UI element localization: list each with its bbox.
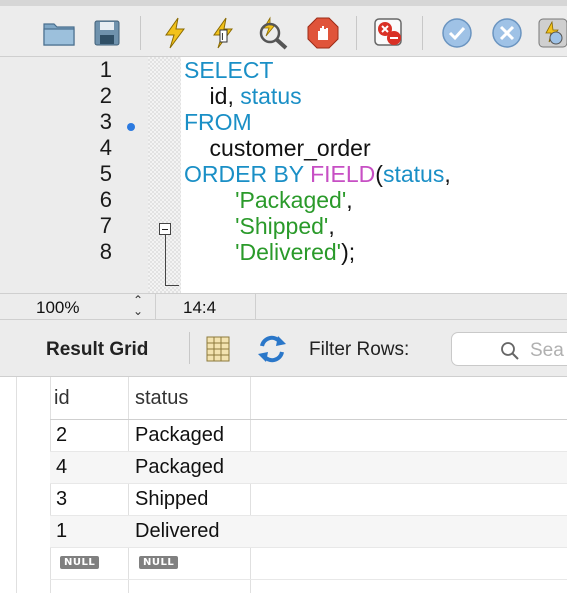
result-grid-tab[interactable]: Result Grid bbox=[46, 339, 148, 361]
line-number: 6 bbox=[99, 187, 112, 212]
code-token: SELECT bbox=[184, 57, 274, 83]
code-token: ); bbox=[341, 239, 356, 265]
code-line[interactable]: customer_order bbox=[184, 135, 371, 161]
filter-rows-input[interactable]: Sea bbox=[451, 332, 567, 366]
main-toolbar: I bbox=[0, 0, 567, 57]
code-line[interactable]: SELECT bbox=[184, 57, 273, 83]
cell-id[interactable]: 3 bbox=[56, 488, 67, 511]
code-line[interactable]: 'Delivered'); bbox=[184, 239, 355, 265]
svg-text:I: I bbox=[221, 32, 224, 43]
toolbar-separator bbox=[422, 16, 423, 50]
line-number: 3 bbox=[99, 109, 112, 134]
code-token: 'Shipped' bbox=[235, 213, 329, 239]
chevron-down-icon[interactable]: ⌄ bbox=[131, 305, 145, 317]
refresh-icon[interactable] bbox=[256, 334, 288, 369]
code-line[interactable]: 'Packaged', bbox=[184, 187, 353, 213]
result-grid[interactable]: id status 2 Packaged 4 Packaged 3 Shipped 1 Del… bbox=[0, 377, 567, 593]
code-token: , bbox=[328, 213, 335, 239]
fold-range-line bbox=[165, 235, 166, 285]
autocommit-icon[interactable] bbox=[536, 14, 567, 52]
code-token: id, bbox=[184, 83, 241, 109]
toggle-error-icon[interactable] bbox=[370, 14, 408, 52]
rollback-x-icon[interactable] bbox=[488, 14, 526, 52]
execute-lightning-icon[interactable] bbox=[156, 14, 194, 52]
table-row[interactable]: 2 Packaged bbox=[50, 420, 567, 452]
line-number: 7 bbox=[99, 213, 112, 238]
toolbar-separator bbox=[140, 16, 141, 50]
code-token: ( bbox=[375, 161, 383, 187]
column-header-status[interactable]: status bbox=[135, 387, 188, 410]
null-badge: NULL bbox=[139, 556, 179, 569]
code-token: FIELD bbox=[310, 161, 376, 187]
line-number: 5 bbox=[99, 161, 112, 186]
commit-check-icon[interactable] bbox=[438, 14, 476, 52]
cell-status[interactable]: Delivered bbox=[135, 520, 219, 543]
zoom-stepper[interactable]: ⌃ ⌄ bbox=[131, 294, 145, 317]
search-placeholder: Sea bbox=[530, 340, 564, 361]
grid-left-border bbox=[16, 377, 17, 593]
line-number: 4 bbox=[99, 135, 112, 160]
code-token: status bbox=[382, 161, 445, 187]
status-separator bbox=[155, 294, 156, 320]
code-token: 'Packaged' bbox=[235, 187, 347, 213]
zoom-level[interactable]: 100% bbox=[36, 298, 79, 318]
code-line[interactable]: id, status bbox=[184, 83, 302, 109]
toolbar-separator bbox=[189, 332, 190, 364]
execute-current-lightning-icon[interactable]: I bbox=[204, 14, 242, 52]
filter-rows-label: Filter Rows: bbox=[309, 339, 410, 360]
line-number: 1 bbox=[99, 57, 112, 82]
fold-toggle-icon[interactable] bbox=[159, 223, 171, 235]
grid-layout-icon[interactable] bbox=[205, 335, 231, 368]
save-icon[interactable] bbox=[88, 14, 126, 52]
table-row[interactable]: 4 Packaged bbox=[50, 452, 567, 484]
cell-id[interactable]: 4 bbox=[56, 456, 67, 479]
result-toolbar: Result Grid Filter Rows: Sea bbox=[0, 320, 567, 377]
statement-marker-icon bbox=[127, 123, 135, 131]
status-separator bbox=[255, 294, 256, 320]
code-line[interactable]: ORDER BY FIELD(status, bbox=[184, 161, 451, 187]
editor-status-bar: 100% ⌃ ⌄ 14:4 bbox=[0, 293, 567, 320]
explain-magnifier-icon[interactable] bbox=[254, 14, 292, 52]
code-token: , bbox=[444, 161, 451, 187]
code-line[interactable]: FROM bbox=[184, 109, 252, 135]
table-row[interactable]: 3 Shipped bbox=[50, 484, 567, 516]
toolbar-separator bbox=[356, 16, 357, 50]
new-row-placeholder[interactable]: NULL NULL bbox=[50, 548, 567, 580]
code-token: status bbox=[240, 83, 302, 109]
table-row[interactable]: 1 Delivered bbox=[50, 516, 567, 548]
sql-editor[interactable]: 12345678 SELECT id, status FROM customer_… bbox=[0, 57, 567, 293]
cell-status[interactable]: Packaged bbox=[135, 424, 224, 447]
column-header-id[interactable]: id bbox=[54, 387, 70, 410]
code-token: ORDER BY bbox=[184, 161, 311, 187]
null-badge: NULL bbox=[60, 556, 100, 569]
open-folder-icon[interactable] bbox=[40, 14, 78, 52]
cursor-position: 14:4 bbox=[183, 298, 217, 317]
line-number: 8 bbox=[99, 239, 112, 264]
cell-status[interactable]: Packaged bbox=[135, 456, 224, 479]
fold-range-end bbox=[165, 285, 179, 286]
code-line[interactable]: 'Shipped', bbox=[184, 213, 335, 239]
cell-id[interactable]: 2 bbox=[56, 424, 67, 447]
code-token: , bbox=[346, 187, 353, 213]
cell-status[interactable]: Shipped bbox=[135, 488, 208, 511]
code-token: FROM bbox=[184, 109, 252, 135]
line-number: 2 bbox=[99, 83, 112, 108]
search-icon bbox=[501, 342, 519, 360]
stop-hand-icon[interactable] bbox=[304, 14, 342, 52]
code-token: customer_order bbox=[184, 135, 371, 161]
code-token: 'Delivered' bbox=[235, 239, 342, 265]
cell-id[interactable]: 1 bbox=[56, 520, 67, 543]
